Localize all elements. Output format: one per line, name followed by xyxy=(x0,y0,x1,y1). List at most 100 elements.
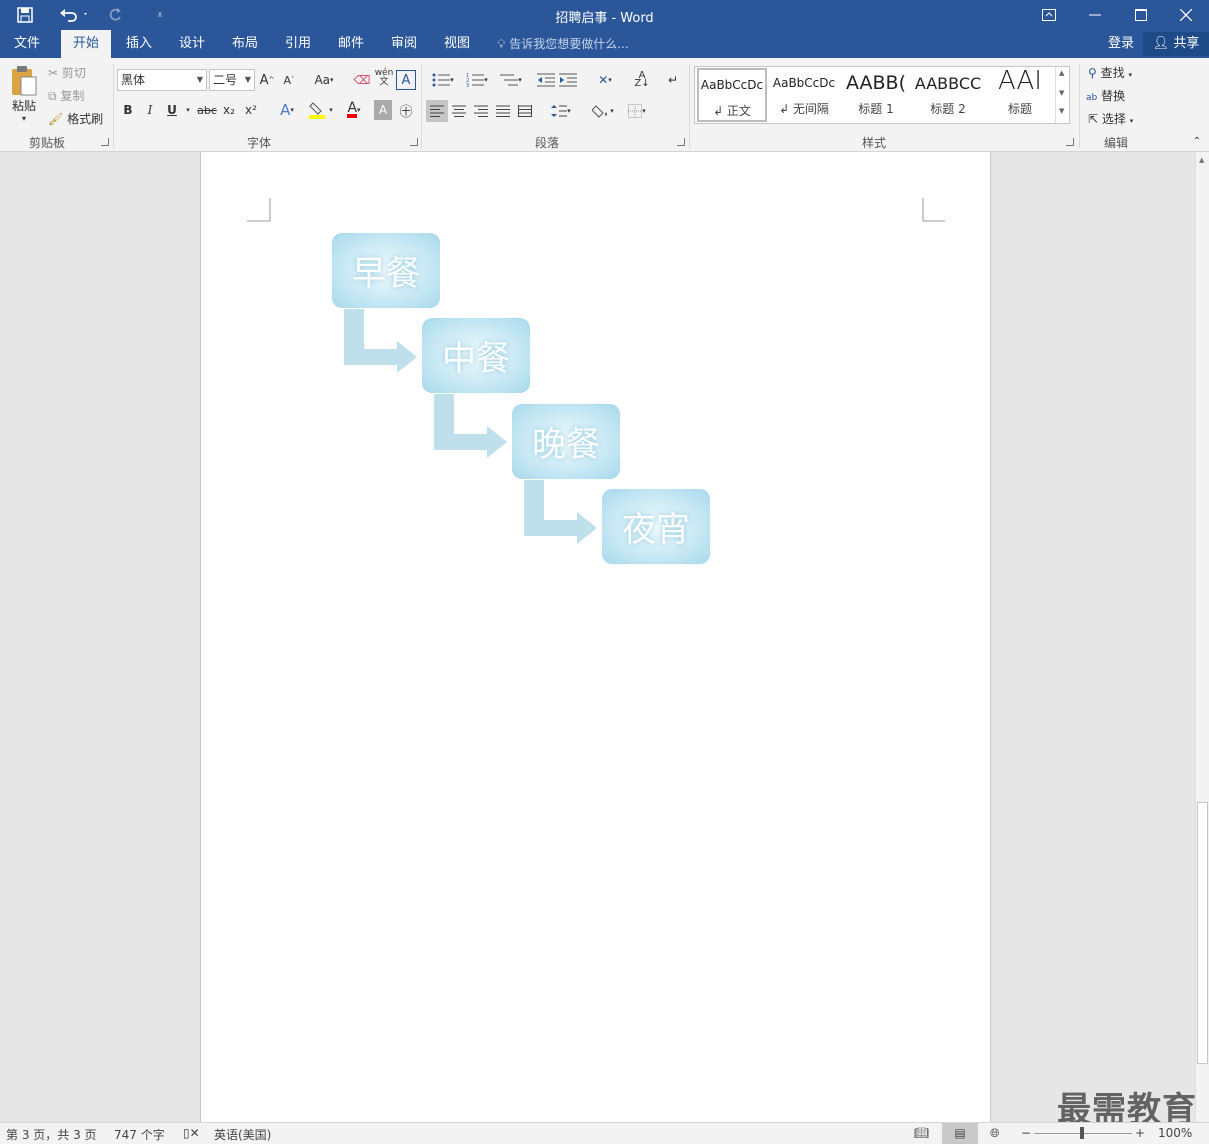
zoom-level[interactable]: 100% xyxy=(1158,1126,1192,1140)
page-count[interactable]: 第 3 页，共 3 页 xyxy=(6,1126,97,1143)
shrink-font-icon[interactable]: Aˇ xyxy=(281,70,297,90)
tab-insert[interactable]: 插入 xyxy=(116,30,162,58)
vertical-scrollbar[interactable]: ▲ xyxy=(1195,152,1209,1122)
strikethrough-button[interactable]: abc xyxy=(196,100,218,120)
font-name-combo[interactable]: 黑体 ▼ xyxy=(117,69,207,91)
minimize-icon[interactable] xyxy=(1072,0,1118,30)
word-count[interactable]: 747 个字 xyxy=(114,1126,165,1143)
tab-design[interactable]: 设计 xyxy=(169,30,215,58)
phonetic-guide-icon[interactable]: wén 文 xyxy=(374,66,394,90)
align-left-icon[interactable] xyxy=(426,100,448,122)
enclose-characters-icon[interactable]: ㊉ xyxy=(396,100,416,120)
font-launcher-icon[interactable] xyxy=(410,138,418,146)
chinese-layout-icon[interactable]: ✕ ▾ xyxy=(590,70,620,90)
process-step-box[interactable]: 晚餐 xyxy=(512,404,620,479)
zoom-out-icon[interactable]: − xyxy=(1021,1126,1031,1140)
borders-icon[interactable]: ▾ xyxy=(622,100,652,122)
tab-view[interactable]: 视图 xyxy=(434,30,480,58)
process-step-box[interactable]: 夜宵 xyxy=(602,489,710,564)
font-color-icon[interactable]: A ▾ xyxy=(338,100,370,120)
replace-label: 替换 xyxy=(1101,89,1126,103)
align-center-icon[interactable] xyxy=(449,100,469,122)
cut-button[interactable]: ✂ 剪切 xyxy=(48,64,86,81)
tab-layout[interactable]: 布局 xyxy=(222,30,268,58)
maximize-icon[interactable] xyxy=(1118,0,1164,30)
replace-button[interactable]: ab 替换 xyxy=(1086,87,1125,104)
sort-icon[interactable]: A Z↓ xyxy=(632,70,652,90)
select-button[interactable]: ⇱ 选择 ▾ xyxy=(1088,110,1133,127)
language-indicator[interactable]: 英语(美国) xyxy=(214,1126,271,1143)
tell-me-search[interactable]: 💡︎ 告诉我您想要做什么... xyxy=(497,30,629,58)
distributed-icon[interactable] xyxy=(515,100,535,122)
zoom-in-icon[interactable]: + xyxy=(1135,1126,1145,1140)
ribbon-display-options-icon[interactable] xyxy=(1026,0,1072,30)
line-spacing-icon[interactable]: ▾ xyxy=(546,100,576,122)
increase-indent-icon[interactable] xyxy=(558,70,578,90)
paste-button[interactable]: 粘贴 ▾ xyxy=(6,62,42,126)
process-step-box[interactable]: 早餐 xyxy=(332,233,440,308)
character-border-icon[interactable]: A xyxy=(396,70,416,90)
document-page[interactable]: 早餐 中餐 晚餐 夜宵 xyxy=(200,152,991,1122)
numbering-icon[interactable]: 1 2 3 ▾ xyxy=(462,70,492,90)
share-button[interactable]: 👤︎ 共享 xyxy=(1143,32,1209,56)
scroll-thumb[interactable] xyxy=(1197,802,1208,1064)
bold-button[interactable]: B xyxy=(120,100,136,120)
find-button[interactable]: ⚲ 查找 ▾ xyxy=(1088,64,1132,81)
tab-mailings[interactable]: 邮件 xyxy=(328,30,374,58)
print-layout-icon[interactable]: ▤ xyxy=(942,1123,978,1144)
style-normal[interactable]: AaBbCcDc ↲ 正文 xyxy=(697,68,767,122)
superscript-button[interactable]: x² xyxy=(242,100,260,120)
style-heading-2[interactable]: AABBCC 标题 2 xyxy=(913,68,983,122)
justify-icon[interactable] xyxy=(493,100,513,122)
style-name: 标题 2 xyxy=(930,102,966,116)
process-step-box[interactable]: 中餐 xyxy=(422,318,530,393)
clipboard-launcher-icon[interactable] xyxy=(101,138,109,146)
tell-me-placeholder: 告诉我您想要做什么... xyxy=(509,37,629,51)
decrease-indent-icon[interactable] xyxy=(536,70,556,90)
character-shading-icon[interactable]: A xyxy=(374,100,392,120)
multilevel-list-icon[interactable]: ▾ xyxy=(496,70,526,90)
proofing-icon[interactable]: ▯✕ xyxy=(183,1126,200,1140)
login-link[interactable]: 登录 xyxy=(1108,30,1134,58)
zoom-slider-thumb[interactable] xyxy=(1080,1127,1084,1139)
paragraph-launcher-icon[interactable] xyxy=(677,138,685,146)
select-label: 选择 xyxy=(1101,112,1126,126)
shading-icon[interactable]: ▾ xyxy=(588,100,618,122)
chevron-up-icon[interactable]: ▲ xyxy=(1059,69,1064,77)
change-case-button[interactable]: Aa ▾ xyxy=(308,70,340,90)
chevron-down-icon[interactable]: ▾ xyxy=(183,100,193,120)
show-marks-icon[interactable]: ↵ xyxy=(664,70,682,90)
document-area: 早餐 中餐 晚餐 夜宵 xyxy=(0,152,1195,1122)
tab-home[interactable]: 开始 xyxy=(61,30,111,58)
font-size-combo[interactable]: 二号 ▼ xyxy=(209,69,255,91)
text-effects-icon[interactable]: A ▾ xyxy=(272,100,302,120)
svg-text:3: 3 xyxy=(466,83,469,87)
chevron-down-icon: ▼ xyxy=(196,75,203,84)
web-layout-icon[interactable]: 🌐︎ xyxy=(990,1126,1000,1141)
more-styles-icon[interactable]: ▼ xyxy=(1059,107,1064,115)
style-preview: AABBCC xyxy=(914,74,982,93)
grow-font-icon[interactable]: A ^ xyxy=(259,70,275,90)
styles-scroll[interactable]: ▲ ▼ ▼ xyxy=(1055,67,1069,123)
scroll-up-icon[interactable]: ▲ xyxy=(1199,156,1204,164)
chevron-down-icon[interactable]: ▼ xyxy=(1059,89,1064,97)
tab-file[interactable]: 文件 xyxy=(0,30,54,58)
collapse-ribbon-icon[interactable]: ⌃ xyxy=(1190,134,1204,148)
style-no-spacing[interactable]: AaBbCcDc ↲ 无间隔 xyxy=(769,68,839,122)
subscript-button[interactable]: x₂ xyxy=(220,100,238,120)
style-title[interactable]: AAI 标题 xyxy=(985,66,1055,122)
copy-button[interactable]: ⧉ 复制 xyxy=(48,87,84,104)
italic-button[interactable]: I xyxy=(142,100,158,120)
read-mode-icon[interactable]: 📖︎ xyxy=(914,1126,929,1140)
bullets-icon[interactable]: ▾ xyxy=(428,70,458,90)
highlight-color-icon[interactable]: ▾ xyxy=(304,100,336,120)
format-painter-button[interactable]: 🖌︎ 格式刷 xyxy=(48,110,103,127)
tab-review[interactable]: 审阅 xyxy=(381,30,427,58)
tab-references[interactable]: 引用 xyxy=(275,30,321,58)
styles-launcher-icon[interactable] xyxy=(1066,138,1074,146)
style-heading-1[interactable]: AABB(标题 1 xyxy=(841,68,911,122)
underline-button[interactable]: U xyxy=(164,100,180,120)
align-right-icon[interactable] xyxy=(471,100,491,122)
close-icon[interactable] xyxy=(1163,0,1209,30)
clear-formatting-icon[interactable]: ⌫ xyxy=(352,70,372,90)
